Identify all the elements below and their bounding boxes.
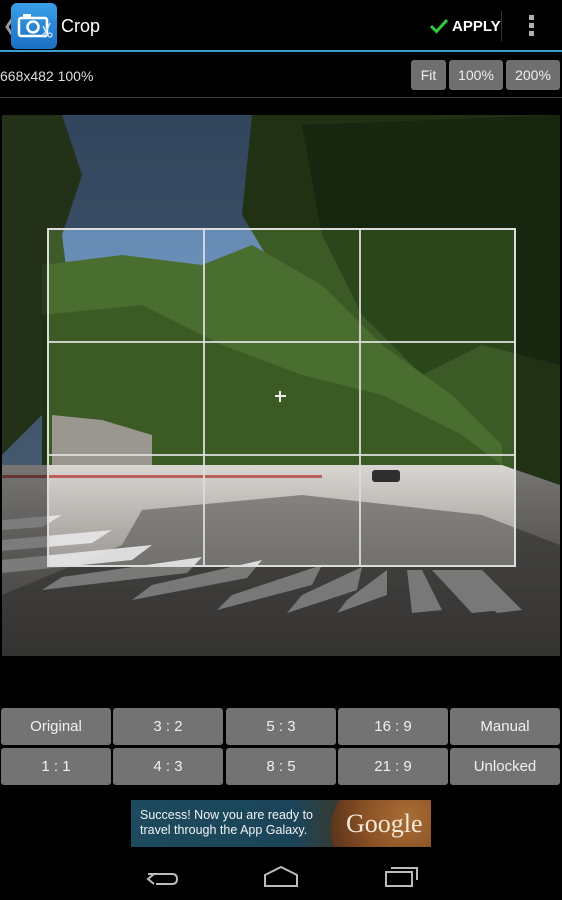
- separator: [0, 97, 562, 98]
- ratio-manual-button[interactable]: Manual: [450, 708, 560, 745]
- crosshair-icon[interactable]: [275, 391, 286, 402]
- screen-title: Crop: [61, 16, 101, 36]
- ad-banner[interactable]: Success! Now you are ready to travel thr…: [131, 800, 431, 847]
- overflow-menu-icon[interactable]: [527, 15, 535, 37]
- ratio-unlocked-button[interactable]: Unlocked: [450, 748, 560, 785]
- action-bar: ❮ Crop APPLY: [0, 0, 562, 50]
- crop-dim-bottom: [2, 567, 560, 656]
- action-divider: [501, 11, 502, 41]
- crop-dim-right: [516, 228, 560, 567]
- grid-line-v1: [203, 230, 205, 565]
- ratio-3-2-button[interactable]: 3 : 2: [113, 708, 223, 745]
- zoom-fit-button[interactable]: Fit: [411, 60, 446, 90]
- zoom-200-button[interactable]: 200%: [506, 60, 560, 90]
- ratio-1-1-button[interactable]: 1 : 1: [1, 748, 111, 785]
- ratio-8-5-button[interactable]: 8 : 5: [226, 748, 336, 785]
- recent-apps-icon[interactable]: [382, 860, 422, 892]
- grid-line-v2: [359, 230, 361, 565]
- checkmark-icon: [430, 18, 448, 34]
- ad-brand-logo: Google: [346, 809, 423, 838]
- apply-button[interactable]: APPLY: [430, 15, 501, 37]
- crop-dim-left: [2, 228, 47, 567]
- back-icon[interactable]: [142, 860, 182, 892]
- navigation-bar: [0, 852, 562, 900]
- grid-line-h2: [49, 454, 514, 456]
- ratio-21-9-button[interactable]: 21 : 9: [338, 748, 448, 785]
- ratio-4-3-button[interactable]: 4 : 3: [113, 748, 223, 785]
- info-bar: 668x482 100% Fit 100% 200%: [0, 52, 562, 98]
- image-dimensions: 668x482 100%: [0, 68, 94, 84]
- grid-line-h1: [49, 341, 514, 343]
- crop-dim-top: [2, 115, 560, 228]
- zoom-100-button[interactable]: 100%: [449, 60, 503, 90]
- camera-icon[interactable]: [11, 3, 57, 49]
- ad-text: Success! Now you are ready to travel thr…: [140, 808, 313, 837]
- photo-canvas[interactable]: [2, 115, 560, 656]
- home-icon[interactable]: [262, 860, 302, 892]
- ratio-16-9-button[interactable]: 16 : 9: [338, 708, 448, 745]
- ratio-5-3-button[interactable]: 5 : 3: [226, 708, 336, 745]
- apply-label: APPLY: [452, 17, 501, 35]
- ratio-original-button[interactable]: Original: [1, 708, 111, 745]
